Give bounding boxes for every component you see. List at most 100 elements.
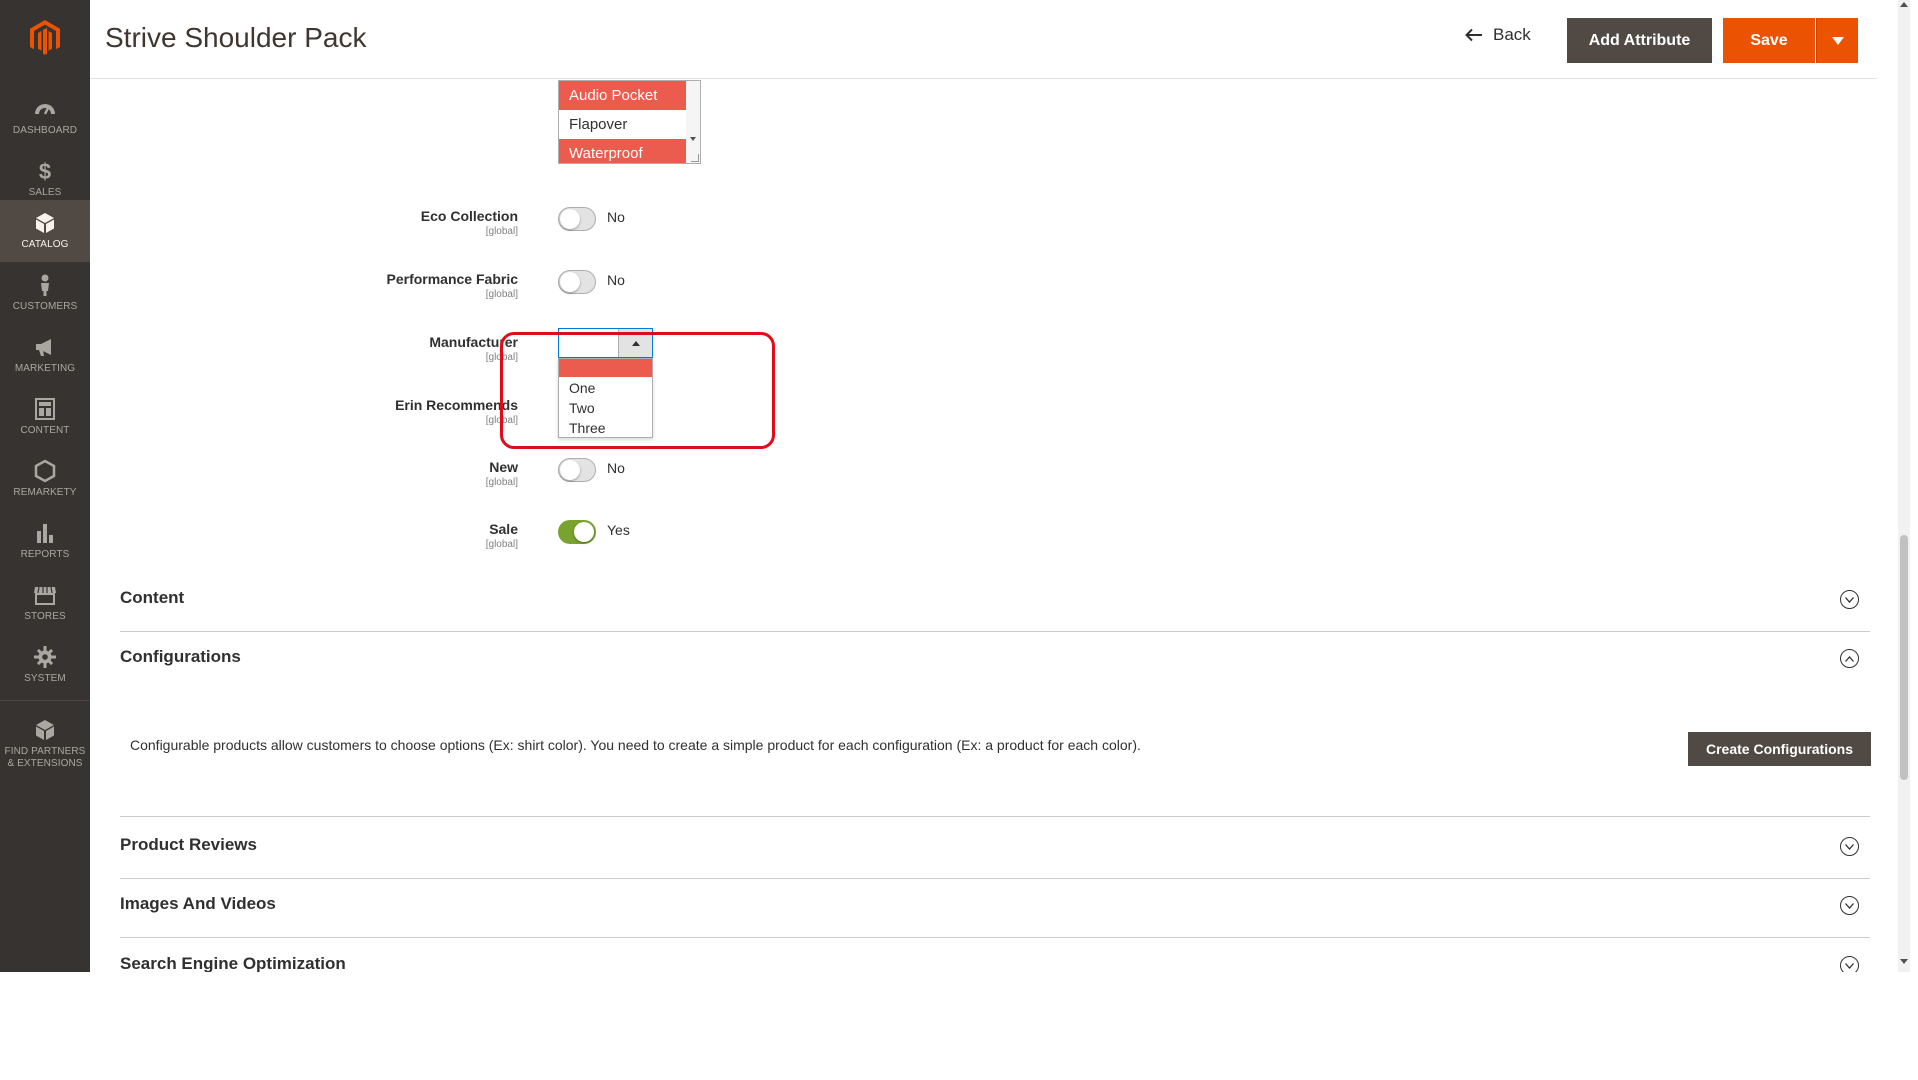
sidebar-divider [0,700,90,701]
manufacturer-label: Manufacturer [429,334,518,350]
sidebar-item-content[interactable]: CONTENT [0,386,90,448]
save-options-toggle[interactable] [1816,18,1858,63]
sidebar-item-catalog[interactable]: CATALOG [0,200,90,262]
performance-fabric-toggle[interactable] [558,270,596,294]
section-title: Search Engine Optimization [120,954,346,972]
product-form: Audio Pocket Flapover Waterproof Eco Col… [90,80,1877,972]
hexagon-icon [34,459,56,483]
resize-handle[interactable] [691,154,699,162]
toggle-knob [574,522,594,542]
bar-chart-icon [37,524,53,543]
sidebar-item-marketing[interactable]: MARKETING [0,324,90,386]
section-images-videos[interactable]: Images And Videos [120,894,1870,944]
person-icon [41,274,49,296]
magento-logo[interactable] [0,0,90,76]
scroll-up-arrow-icon[interactable] [1900,2,1908,7]
scroll-down-arrow-icon[interactable] [690,137,696,141]
save-button[interactable]: Save [1723,18,1815,63]
eco-collection-label: Eco Collection [420,208,518,224]
new-toggle[interactable] [558,458,596,482]
annotation-highlight-ring [500,332,775,449]
chevron-down-icon[interactable] [1840,590,1859,609]
eco-collection-toggle[interactable] [558,207,596,231]
section-divider [120,878,1870,879]
section-title: Product Reviews [120,835,257,854]
chevron-down-icon[interactable] [1840,956,1859,972]
sale-value: Yes [607,522,630,538]
arrow-left-icon [1465,28,1482,42]
sidebar-item-label: FIND PARTNERS & EXTENSIONS [4,746,86,769]
performance-fabric-value: No [607,272,625,288]
sidebar-item-label: DASHBOARD [12,125,78,136]
blank-area [0,972,1918,1080]
gear-icon [34,646,56,668]
section-title: Configurations [120,647,241,666]
multiselect-option[interactable]: Audio Pocket [559,81,687,110]
section-seo[interactable]: Search Engine Optimization [120,954,1870,972]
scroll-down-arrow-icon[interactable] [1900,959,1908,964]
sidebar-item-remarkety[interactable]: REMARKETY [0,448,90,510]
sidebar-item-label: SALES [28,187,62,198]
sidebar-item-system[interactable]: SYSTEM [0,634,90,696]
sidebar-item-find-partners[interactable]: FIND PARTNERS & EXTENSIONS [0,706,90,782]
sidebar-item-label: MARKETING [14,363,76,374]
back-button[interactable]: Back [1465,25,1531,45]
performance-fabric-scope: [global] [485,289,518,300]
erin-recommends-scope: [global] [485,415,518,426]
toggle-knob [560,460,580,480]
performance-fabric-label: Performance Fabric [386,271,519,287]
add-attribute-button[interactable]: Add Attribute [1567,18,1712,63]
sidebar-item-reports[interactable]: REPORTS [0,510,90,572]
layout-icon [35,398,55,420]
sidebar-item-customers[interactable]: CUSTOMERS [0,262,90,324]
page-title: Strive Shoulder Pack [105,22,367,53]
sidebar-item-label: STORES [24,611,66,622]
create-configurations-button[interactable]: Create Configurations [1688,732,1871,766]
section-configurations[interactable]: Configurations [120,647,1870,697]
admin-sidebar: DASHBOARD $ SALES CATALOG CUSTOMERS MARK… [0,0,90,972]
features-multiselect[interactable]: Audio Pocket Flapover Waterproof [558,80,701,164]
sidebar-item-label: SYSTEM [24,673,66,684]
sidebar-item-label: REPORTS [20,549,70,560]
multiselect-option[interactable]: Waterproof [559,139,687,163]
section-divider [120,631,1870,632]
dashboard-icon [35,104,55,115]
chevron-up-icon[interactable] [1840,649,1859,668]
section-title: Content [120,588,185,607]
new-label: New [489,459,518,475]
box-icon [36,213,54,233]
section-product-reviews[interactable]: Product Reviews [120,835,1870,885]
manufacturer-scope: [global] [485,352,518,363]
toggle-knob [560,272,580,292]
caret-down-icon [1831,36,1844,45]
sidebar-item-label: CUSTOMERS [12,301,78,312]
scroll-thumb[interactable] [1900,535,1908,780]
page-scrollbar[interactable] [1898,0,1910,972]
sidebar-item-stores[interactable]: STORES [0,572,90,634]
section-divider [120,816,1870,817]
erin-recommends-label: Erin Recommends [395,397,518,413]
dollar-icon: $ [39,159,51,183]
sidebar-item-label: CATALOG [21,239,69,250]
megaphone-icon [36,339,51,356]
sidebar-item-dashboard[interactable]: DASHBOARD [0,86,90,148]
store-icon [34,586,56,605]
sale-toggle[interactable] [558,520,596,544]
chevron-down-icon[interactable] [1840,896,1859,915]
toggle-knob [560,209,580,229]
section-content[interactable]: Content [120,588,1870,638]
chevron-down-icon[interactable] [1840,837,1859,856]
sale-label: Sale [489,521,518,537]
configurations-description: Configurable products allow customers to… [130,737,1141,753]
eco-collection-value: No [607,209,625,225]
svg-text:$: $ [39,159,51,183]
section-divider [120,937,1870,938]
magento-logo-icon [30,20,60,55]
multiselect-scrollbar[interactable] [686,81,700,163]
sale-scope: [global] [485,539,518,550]
multiselect-option[interactable]: Flapover [559,110,687,139]
new-scope: [global] [485,477,518,488]
eco-collection-scope: [global] [485,226,518,237]
back-button-label: Back [1493,25,1531,44]
page-header: Strive Shoulder Pack Back Add Attribute … [90,0,1877,79]
